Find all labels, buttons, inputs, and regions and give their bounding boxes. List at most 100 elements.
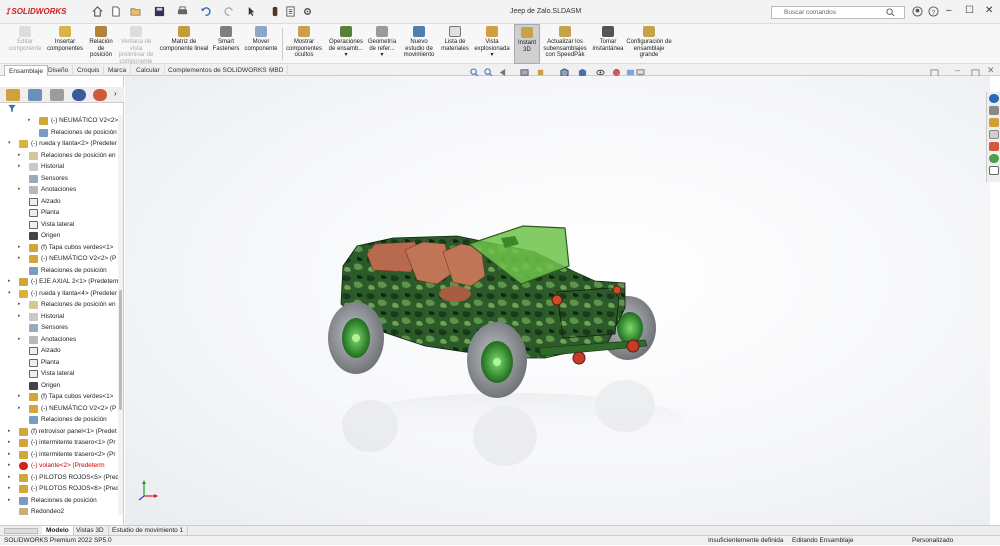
tree-expand-icon[interactable]: ▸ [18,334,24,346]
tree-item[interactable]: ▸ Relaciones de posición en [0,299,118,311]
tree-item[interactable]: Origen [0,380,118,392]
solidworks-resources-icon[interactable] [989,94,999,103]
exploded-view-button[interactable]: Vista explosionada ▾ [472,24,512,64]
tree-expand-icon[interactable]: ▸ [18,299,24,311]
custom-properties-icon[interactable] [989,154,999,163]
display-manager-tab-icon[interactable] [93,89,107,101]
close-button[interactable]: ✕ [985,5,993,16]
tree-item[interactable]: ▸ (f) Tapa cubos verdes<1> [0,242,118,254]
tab-marca[interactable]: Marca [104,65,132,76]
appearances-icon[interactable] [989,142,999,151]
file-explorer-icon[interactable] [989,118,999,127]
edit-component-button[interactable]: Editar componente [6,24,44,64]
tab-diseno[interactable]: Diseño [44,65,74,76]
tree-item[interactable]: ▸ Relaciones de posición [0,495,118,507]
tree-item[interactable]: Sensores [0,322,118,334]
tree-item[interactable]: ▸ (f) retrovisor panel<1> (Predet [0,426,118,438]
tree-expand-icon[interactable]: ▸ [18,161,24,173]
tree-item[interactable]: ▸ Anotaciones [0,334,118,346]
move-component-button[interactable]: Mover componente [242,24,280,64]
take-snapshot-button[interactable]: Tomar instantánea [590,24,626,64]
insert-components-button[interactable]: Insertar componentes [44,24,86,64]
tree-item[interactable]: ▸ (-) NEUMÁTICO V2<2> (P [0,253,118,265]
tree-item[interactable]: ▸ (-) PILOTOS ROJOS<6> (Prede [0,483,118,495]
property-manager-tab-icon[interactable] [28,89,42,101]
doc-close-button[interactable]: ✕ [987,65,995,76]
left-pilot-light[interactable] [551,294,563,306]
tree-item[interactable]: ▸ (-) NEUMÁTICO V2<2> (P [0,403,118,415]
filter-icon[interactable] [7,104,17,113]
turn-signal-right[interactable] [626,339,640,353]
tree-expand-icon[interactable]: ▸ [18,253,24,265]
tree-expand-icon[interactable]: ▸ [18,184,24,196]
tree-expand-icon[interactable]: ▾ [8,138,14,150]
tree-expand-icon[interactable]: ▸ [18,403,24,415]
tree-item[interactable]: ▸ (-) NEUMÁTICO V2<2> (P [0,115,118,127]
dimxpert-tab-icon[interactable] [72,89,86,101]
tab-complementos[interactable]: Complementos de SOLIDWORKS [164,65,272,76]
tree-item[interactable]: ▸ (-) PILOTOS ROJOS<5> (Prede [0,472,118,484]
tree-item[interactable]: Relaciones de posición [0,414,118,426]
jeep-model[interactable] [125,76,990,525]
tree-expand-icon[interactable]: ▸ [18,150,24,162]
tree-expand-icon[interactable]: ▸ [18,311,24,323]
tree-item[interactable]: ▸ (-) volante<2> (Predeterm [0,460,118,472]
list-icon[interactable] [989,166,999,175]
right-pilot-light[interactable] [612,285,622,295]
tree-expand-icon[interactable]: ▸ [18,242,24,254]
tree-item[interactable]: ▸ Anotaciones [0,184,118,196]
panel-tabs-more-icon[interactable]: › [114,89,117,98]
tree-expand-icon[interactable]: ▸ [8,460,14,472]
smart-fasteners-button[interactable]: Smart Fasteners [210,24,242,64]
tree-item[interactable]: Sensores [0,173,118,185]
tree-expand-icon[interactable]: ▸ [8,437,14,449]
new-motion-study-button[interactable]: Nuevo estudio de movimiento [400,24,438,64]
app-logo[interactable]: ⟟ SOLIDWORKS [6,6,66,17]
tree-item[interactable]: Relaciones de posición [0,265,118,277]
configuration-manager-tab-icon[interactable] [50,89,64,101]
tab-calcular[interactable]: Calcular [132,65,165,76]
tree-item[interactable]: Alzado [0,196,118,208]
tree-item[interactable]: ▸ (-) EJE AXIAL 2<1> (Predeterm [0,276,118,288]
tree-item[interactable]: Vista lateral [0,368,118,380]
tree-item[interactable]: ▸ (-) intermitente trasero<2> (Pr [0,449,118,461]
maximize-button[interactable]: ☐ [965,5,974,16]
tree-expand-icon[interactable]: ▸ [8,495,14,507]
turn-signal-left[interactable] [572,351,586,365]
tree-item[interactable]: ▸ Historial [0,161,118,173]
mate-button[interactable]: Relación de posición [86,24,116,64]
reference-geometry-button[interactable]: Geometría de refer... ▾ [366,24,398,64]
assembly-features-button[interactable]: Operaciones de ensamb... ▾ [326,24,366,64]
show-hidden-components-button[interactable]: Mostrar componentes ocultos [284,24,324,64]
linear-pattern-button[interactable]: Matriz de componente lineal [158,24,210,64]
tab-ensamblaje[interactable]: Ensamblaje [4,65,48,76]
home-icon[interactable] [92,6,103,17]
front-grille[interactable] [556,287,620,339]
tree-expand-icon[interactable]: ▸ [18,391,24,403]
graphics-area[interactable] [125,76,990,525]
tree-expand-icon[interactable]: ▸ [8,449,14,461]
redo-icon[interactable] [224,6,235,17]
tree-item[interactable]: ▾ (-) rueda y llanta<4> (Predeter [0,288,118,300]
minimize-button[interactable]: – [946,5,952,16]
print-icon[interactable] [177,6,188,17]
new-document-icon[interactable] [110,6,121,17]
doc-minimize-button[interactable]: – [955,65,960,75]
tab-mbd[interactable]: MBD [265,65,289,76]
undo-icon[interactable] [200,6,211,17]
tree-item[interactable]: ▸ (-) intermitente trasero<1> (Pr [0,437,118,449]
search-icon[interactable] [886,8,895,17]
tree-item[interactable]: Origen [0,230,118,242]
tree-item[interactable]: Planta [0,357,118,369]
select-cursor-icon[interactable] [246,6,257,17]
tree-item[interactable]: Alzado [0,345,118,357]
user-icon[interactable] [912,6,923,17]
tree-expand-icon[interactable]: ▾ [8,288,14,300]
tree-item[interactable]: ▸ Relaciones de posición en [0,150,118,162]
tree-expand-icon[interactable]: ▸ [8,276,14,288]
tree-item[interactable]: ▾ (-) rueda y llanta<2> (Predeter [0,138,118,150]
bill-of-materials-button[interactable]: Lista de materiales [438,24,472,64]
tree-expand-icon[interactable]: ▸ [28,115,34,127]
tree-item[interactable]: Planta [0,207,118,219]
feature-manager-tab-icon[interactable] [6,89,20,101]
